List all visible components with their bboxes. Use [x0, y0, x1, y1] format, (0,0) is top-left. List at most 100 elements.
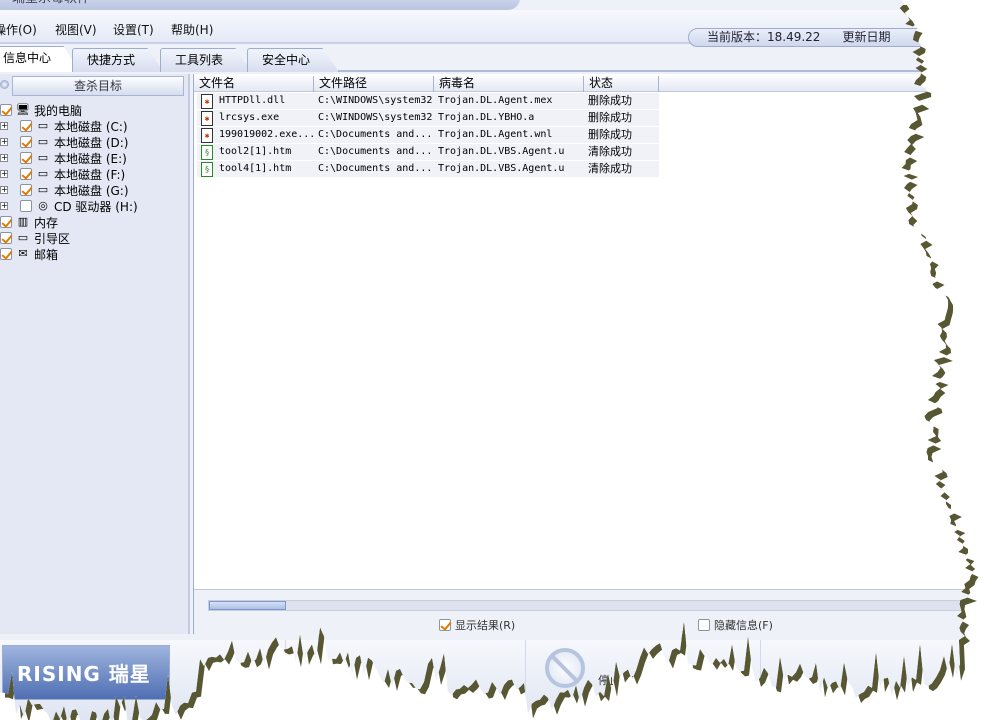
results-footer: 显示结果(R) 隐藏信息(F): [194, 589, 974, 634]
expand-icon[interactable]: +: [0, 202, 8, 210]
status: 清除成功: [588, 145, 632, 158]
drive-icon: ▭: [37, 167, 49, 180]
menu-view[interactable]: 视图(V): [55, 21, 97, 38]
results-panel: 文件名 文件路径 病毒名 状态 ✱ HTTPDll.dll C:\WINDOWS\s…: [193, 74, 974, 634]
tree-node-label: 本地磁盘 (G:): [54, 183, 129, 198]
file-path: C:\Documents and...: [318, 163, 433, 174]
tree-node-label: 本地磁盘 (D:): [54, 135, 129, 150]
tree-node-label: 本地磁盘 (E:): [54, 151, 127, 166]
scrollbar-thumb[interactable]: [209, 601, 286, 610]
tree-node[interactable]: + ▭ 本地磁盘 (D:): [0, 134, 128, 150]
show-results-checkbox[interactable]: 显示结果(R): [439, 617, 515, 633]
checkbox-icon[interactable]: [0, 216, 12, 228]
tree-node-label: 邮箱: [34, 247, 59, 262]
antivirus-window: 瑞星杀毒软件 操作(O) 视图(V) 设置(T) 帮助(H) 当前版本：18.4…: [0, 0, 974, 720]
computer-icon: 🖥: [16, 103, 30, 116]
menu-bar: 操作(O) 视图(V) 设置(T) 帮助(H) 当前版本：18.49.22 更新日…: [0, 10, 974, 47]
menu-settings[interactable]: 设置(T): [113, 21, 154, 38]
file-path: C:\WINDOWS\system32: [318, 95, 433, 106]
checkbox-icon[interactable]: [0, 248, 12, 260]
tree-node[interactable]: + ◎ CD 驱动器 (H:): [0, 198, 138, 214]
column-file-path[interactable]: 文件路径: [314, 76, 434, 92]
checkbox-icon[interactable]: [0, 104, 12, 116]
tree-node[interactable]: + ▭ 本地磁盘 (E:): [0, 150, 127, 166]
drive-icon: ▭: [37, 151, 49, 164]
file-path: C:\Documents and...: [318, 129, 433, 140]
title-bar: 瑞星杀毒软件: [0, 0, 520, 10]
rising-logo: RISING 瑞星: [2, 645, 170, 700]
scan-target-panel: 查杀目标 🖥 我的电脑 + ▭ 本地磁盘 (C:) + ▭ 本地磁盘 (D:) + ▭ 本地磁盘 (…: [0, 74, 190, 634]
menu-operate[interactable]: 操作(O): [0, 21, 37, 38]
tree-node-label: 本地磁盘 (C:): [54, 119, 128, 134]
checkbox-icon[interactable]: [20, 136, 32, 148]
expand-icon[interactable]: +: [0, 170, 8, 178]
checkbox-icon: [439, 619, 451, 631]
tree-node[interactable]: + ▭ 本地磁盘 (G:): [0, 182, 129, 198]
show-results-label: 显示结果(R): [455, 619, 516, 632]
tree-node[interactable]: ▥ 内存: [0, 214, 58, 230]
hide-info-label: 隐藏信息(F): [714, 619, 773, 632]
tree-node[interactable]: ✉ 邮箱: [0, 246, 58, 262]
virus-name: Trojan.DL.YBHO.a: [438, 112, 535, 123]
virus-file-icon: ✱: [201, 111, 213, 126]
file-name: tool2[1].htm: [219, 146, 292, 157]
column-file-name[interactable]: 文件名: [194, 76, 314, 92]
tab-shortcuts[interactable]: 快捷方式: [72, 48, 165, 72]
checkbox-icon[interactable]: [20, 200, 32, 212]
results-header: 文件名 文件路径 病毒名 状态: [194, 76, 974, 92]
current-version: 当前版本：18.49.22: [707, 30, 821, 44]
checkbox-icon[interactable]: [20, 184, 32, 196]
table-row[interactable]: § tool4[1].htm C:\Documents and... Trojan.D…: [197, 161, 659, 178]
stop-icon[interactable]: [545, 648, 585, 688]
checkbox-icon[interactable]: [0, 232, 12, 244]
checkbox-icon[interactable]: [20, 168, 32, 180]
file-path: C:\Documents and...: [318, 146, 433, 157]
memory-icon: ▥: [17, 215, 29, 228]
htm-file-icon: §: [201, 162, 213, 177]
table-row[interactable]: ✱ HTTPDll.dll C:\WINDOWS\system32 Trojan.DL…: [197, 93, 659, 110]
htm-file-icon: §: [201, 145, 213, 160]
tree-node[interactable]: ▭ 引导区: [0, 230, 70, 246]
file-path: C:\WINDOWS\system32: [318, 112, 433, 123]
hide-info-checkbox[interactable]: 隐藏信息(F): [698, 617, 773, 633]
expand-icon[interactable]: +: [0, 186, 8, 194]
mail-icon: ✉: [18, 247, 28, 260]
table-row[interactable]: ✱ 199019002.exe... C:\Documents and... Troj…: [197, 127, 659, 144]
file-name: 199019002.exe...: [219, 129, 315, 140]
table-row[interactable]: ✱ lrcsys.exe C:\WINDOWS\system32 Trojan.DL.…: [197, 110, 659, 127]
status: 删除成功: [588, 111, 632, 124]
tree-node-label: 内存: [34, 215, 59, 230]
scan-target-header[interactable]: 查杀目标: [12, 76, 184, 96]
virus-name: Trojan.DL.VBS.Agent.u: [438, 163, 565, 174]
checkbox-icon[interactable]: [20, 152, 32, 164]
expand-icon[interactable]: +: [0, 122, 8, 130]
status: 删除成功: [588, 128, 632, 141]
file-name: HTTPDll.dll: [219, 95, 286, 106]
tree-node-label: 引导区: [34, 231, 71, 246]
tab-info-center[interactable]: 信息中心: [0, 46, 81, 72]
column-virus-name[interactable]: 病毒名: [434, 76, 584, 92]
tree-node[interactable]: + ▭ 本地磁盘 (F:): [0, 166, 125, 182]
tab-security-center[interactable]: 安全中心: [247, 48, 340, 72]
virus-name: Trojan.DL.VBS.Agent.u: [438, 146, 565, 157]
boot-sector-icon: ▭: [17, 231, 29, 244]
horizontal-scrollbar[interactable]: [208, 600, 974, 611]
status: 删除成功: [588, 94, 632, 107]
checkbox-icon: [698, 619, 710, 631]
tab-tool-list[interactable]: 工具列表: [160, 48, 253, 72]
update-date-label: 更新日期: [842, 30, 891, 44]
table-row[interactable]: § tool2[1].htm C:\Documents and... Trojan.D…: [197, 144, 659, 161]
tree-node-label: CD 驱动器 (H:): [54, 199, 138, 214]
menu-help[interactable]: 帮助(H): [171, 21, 213, 38]
tree-node[interactable]: 🖥 我的电脑: [0, 102, 82, 118]
column-status[interactable]: 状态: [584, 76, 659, 92]
tree-node[interactable]: + ▭ 本地磁盘 (C:): [0, 118, 128, 134]
expand-icon[interactable]: +: [0, 154, 8, 162]
virus-file-icon: ✱: [201, 128, 213, 143]
cd-drive-icon: ◎: [38, 199, 48, 212]
tab-bar: 信息中心 快捷方式 工具列表 安全中心: [0, 46, 974, 72]
expand-icon[interactable]: +: [0, 138, 8, 146]
checkbox-icon[interactable]: [20, 120, 32, 132]
drive-icon: ▭: [37, 183, 49, 196]
status: 清除成功: [588, 162, 632, 175]
